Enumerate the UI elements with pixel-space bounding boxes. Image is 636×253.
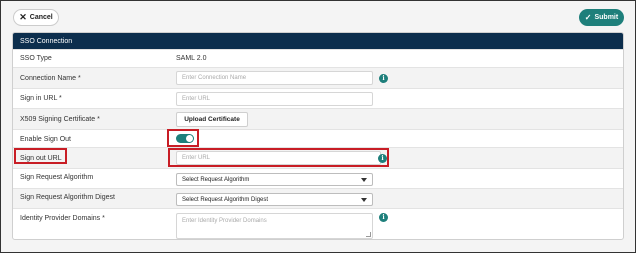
sign-request-algorithm-digest-label: Sign Request Algorithm Digest [20, 194, 115, 201]
connection-name-label-text: Connection Name [20, 75, 77, 82]
submit-button[interactable]: ✓ Submit [579, 9, 624, 26]
submit-label: Submit [594, 14, 619, 21]
chevron-down-icon [361, 178, 367, 182]
chevron-down-icon [361, 198, 367, 202]
sign-request-algorithm-digest-value: Select Request Algorithm Digest [182, 196, 269, 203]
cancel-button[interactable]: ✕ Cancel [13, 9, 59, 26]
row-x509-certificate: X509 Signing Certificate * Upload Certif… [13, 108, 623, 129]
sign-in-url-input[interactable]: Enter URL [176, 92, 373, 106]
connection-name-input[interactable]: Enter Connection Name [176, 71, 373, 85]
x509-label: X509 Signing Certificate * [20, 116, 100, 123]
sign-in-url-placeholder: Enter URL [182, 96, 211, 102]
row-sign-in-url: Sign in URL * Enter URL [13, 88, 623, 108]
check-icon: ✓ [584, 12, 592, 22]
enable-sign-out-label: Enable Sign Out [20, 136, 71, 143]
required-marker: * [77, 75, 81, 82]
resize-grip-icon[interactable] [366, 232, 371, 237]
connection-name-placeholder: Enter Connection Name [182, 75, 247, 81]
required-marker: * [59, 95, 62, 102]
highlight-toggle [167, 129, 199, 147]
identity-provider-domains-label: Identity Provider Domains * [20, 215, 105, 222]
sso-type-value: SAML 2.0 [176, 55, 207, 62]
required-marker: * [102, 215, 105, 222]
sign-request-algorithm-digest-select[interactable]: Select Request Algorithm Digest [176, 193, 373, 206]
close-icon: ✕ [19, 12, 27, 22]
panel-title: SSO Connection [20, 37, 73, 45]
upload-certificate-button[interactable]: Upload Certificate [176, 112, 248, 127]
row-enable-sign-out: Enable Sign Out [13, 129, 623, 147]
row-identity-provider-domains: Identity Provider Domains * Enter Identi… [13, 208, 623, 239]
row-sign-request-algorithm-digest: Sign Request Algorithm Digest Select Req… [13, 188, 623, 208]
info-icon[interactable]: i [379, 74, 388, 83]
highlight-sign-out-label [14, 148, 67, 164]
connection-name-label: Connection Name * [20, 75, 81, 82]
info-icon[interactable]: i [379, 213, 388, 222]
required-marker: * [97, 116, 100, 123]
highlight-sign-out-input [168, 148, 389, 167]
panel-header: SSO Connection [13, 33, 623, 49]
sso-connection-panel: SSO Connection SSO Type SAML 2.0 Connect… [12, 32, 624, 240]
sign-in-url-label-text: Sign in URL [20, 95, 58, 102]
row-sso-type: SSO Type SAML 2.0 [13, 49, 623, 67]
cancel-label: Cancel [29, 14, 53, 21]
sso-type-label: SSO Type [20, 55, 52, 62]
identity-provider-domains-textarea[interactable]: Enter Identity Provider Domains [176, 213, 373, 239]
sign-in-url-label: Sign in URL * [20, 95, 62, 102]
sign-request-algorithm-value: Select Request Algorithm [182, 176, 250, 183]
identity-provider-domains-placeholder: Enter Identity Provider Domains [182, 218, 267, 224]
identity-provider-domains-label-text: Identity Provider Domains [20, 215, 101, 222]
x509-label-text: X509 Signing Certificate [20, 116, 96, 123]
sign-request-algorithm-label: Sign Request Algorithm [20, 174, 94, 181]
row-sign-request-algorithm: Sign Request Algorithm Select Request Al… [13, 168, 623, 188]
row-connection-name: Connection Name * Enter Connection Name … [13, 67, 623, 88]
sign-request-algorithm-select[interactable]: Select Request Algorithm [176, 173, 373, 186]
